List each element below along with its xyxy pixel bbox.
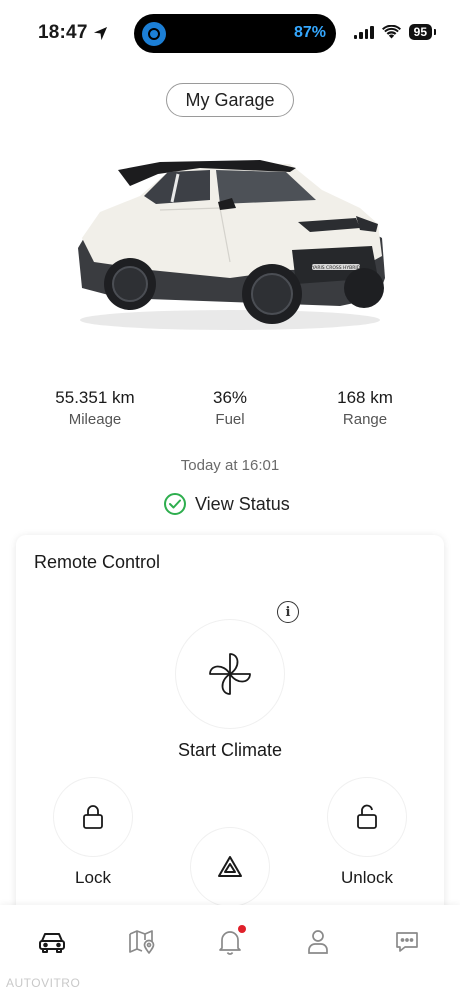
- bell-icon: [219, 931, 241, 955]
- lock-icon: [83, 805, 103, 829]
- car-image: YARIS CROSS HYBRID: [78, 160, 385, 330]
- unlock-label: Unlock: [341, 868, 393, 887]
- hazard-icon: [218, 856, 242, 877]
- chat-icon: [396, 932, 418, 952]
- unlock-icon: [357, 804, 377, 829]
- plate-text: YARIS CROSS HYBRID: [311, 265, 361, 271]
- fan-icon: [209, 653, 251, 695]
- map-icon: [129, 930, 155, 954]
- unlock-button[interactable]: [327, 777, 407, 857]
- mileage-label: Mileage: [68, 411, 122, 428]
- range-value: 168 km: [337, 388, 393, 407]
- wifi-icon: [381, 25, 401, 39]
- lock-label: Lock: [75, 868, 111, 887]
- battery-icon: 95: [408, 24, 437, 40]
- fuel-value: 36%: [212, 388, 248, 407]
- remote-control-title: Remote Control: [34, 552, 161, 572]
- nav-notifications[interactable]: [210, 925, 250, 959]
- check-circle-icon: [164, 493, 186, 515]
- signal-icon: [353, 25, 374, 39]
- time-text: 18:47: [38, 22, 88, 43]
- nav-map[interactable]: [122, 925, 162, 959]
- mileage-value: 55.351 km: [55, 388, 135, 407]
- view-status-label: View Status: [195, 493, 290, 514]
- range-label: Range: [342, 411, 388, 428]
- info-icon[interactable]: i: [277, 601, 299, 623]
- start-climate-label: Start Climate: [177, 740, 283, 760]
- status-icons: 95: [353, 24, 437, 40]
- my-garage-button[interactable]: My Garage: [166, 83, 294, 117]
- status-bar: 18:47 87% 95: [0, 0, 460, 66]
- island-percent: 87%: [293, 24, 326, 41]
- view-status-button[interactable]: View Status: [164, 493, 290, 515]
- fuel-stat: 36% Fuel: [160, 388, 300, 428]
- person-icon: [308, 930, 328, 954]
- hazard-lights-button[interactable]: [190, 827, 270, 907]
- range-stat: 168 km Range: [295, 388, 435, 428]
- remote-control-card: Remote Control i Start Climate Lock Unlo…: [16, 535, 444, 935]
- fuel-label: Fuel: [215, 411, 245, 428]
- status-time: 18:47: [38, 22, 108, 44]
- lock-button[interactable]: [53, 777, 133, 857]
- nav-messages[interactable]: [387, 925, 427, 959]
- app-activity-icon: [142, 22, 166, 46]
- nav-profile[interactable]: [298, 925, 338, 959]
- start-climate-button[interactable]: [175, 619, 285, 729]
- dynamic-island[interactable]: 87%: [134, 14, 336, 53]
- notification-badge: [238, 925, 246, 933]
- mileage-stat: 55.351 km Mileage: [25, 388, 165, 428]
- location-arrow-icon: [93, 26, 107, 40]
- nav-vehicle[interactable]: [32, 925, 72, 959]
- last-updated-timestamp: Today at 16:01: [180, 457, 280, 474]
- watermark: AUTOVITRO: [6, 976, 81, 990]
- car-icon: [39, 933, 65, 953]
